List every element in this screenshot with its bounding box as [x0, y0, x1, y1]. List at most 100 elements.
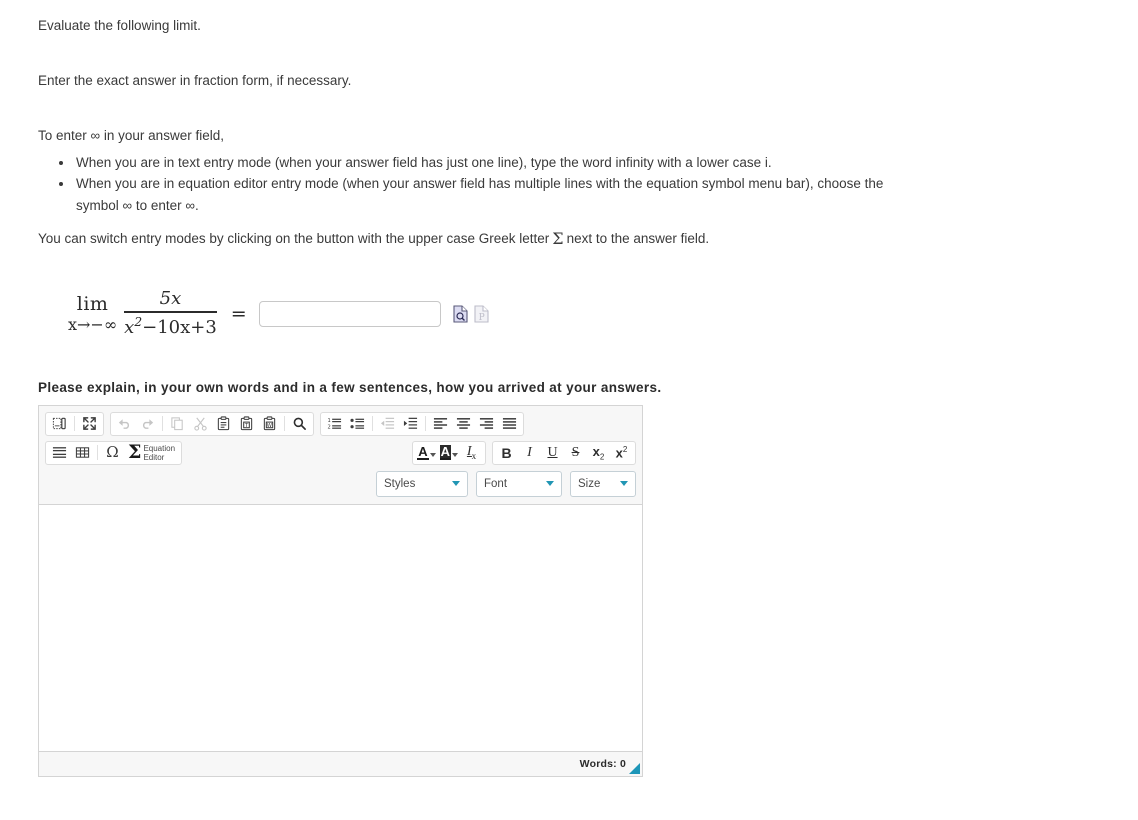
strikethrough-icon: S: [571, 444, 580, 460]
justify-button[interactable]: [498, 413, 521, 434]
superscript-icon: x2: [615, 444, 628, 461]
entry-mode-list: When you are in text entry mode (when yo…: [38, 152, 1138, 217]
toolbar-row-2: Ω Σ Equation Editor A A Ix B I U S x2 x2: [43, 437, 638, 466]
explain-heading: Please explain, in your own words and in…: [38, 379, 662, 395]
rich-text-editor: T W 12 Ω Σ Equation Editor A A Ix B I U …: [38, 404, 643, 777]
equation-editor-label: Equation Editor: [143, 444, 175, 462]
indent-button[interactable]: [399, 413, 422, 434]
chevron-down-icon: [452, 453, 458, 458]
paste-button[interactable]: [212, 413, 235, 434]
styles-dropdown-label: Styles: [384, 477, 416, 490]
infinity-intro-line: To enter ∞ in your answer field,: [38, 128, 224, 144]
subscript-icon: x2: [592, 443, 605, 462]
fraction-denominator: x2−10x+3: [124, 313, 217, 337]
underline-icon: U: [547, 444, 558, 460]
find-button[interactable]: [288, 413, 311, 434]
styles-dropdown[interactable]: Styles: [376, 470, 468, 497]
align-right-button[interactable]: [475, 413, 498, 434]
chevron-down-icon: [452, 481, 460, 487]
svg-text:2: 2: [327, 425, 330, 431]
toolbar-row-2-right: A A Ix B I U S x2 x2: [412, 440, 636, 465]
fraction-numerator: 5x: [159, 288, 182, 310]
bold-button[interactable]: B: [495, 442, 518, 463]
templates-button[interactable]: [48, 413, 71, 434]
resize-handle[interactable]: [629, 762, 640, 774]
chevron-down-icon: [429, 453, 436, 458]
table-button[interactable]: [71, 442, 94, 463]
svg-text:T: T: [244, 423, 249, 429]
numbered-list-button[interactable]: 12: [323, 413, 346, 434]
switch-mode-note-after: next to the answer field.: [566, 231, 710, 247]
instruction-line-1: Evaluate the following limit.: [38, 18, 201, 33]
switch-mode-note-before: You can switch entry modes by clicking o…: [38, 231, 550, 247]
align-center-button[interactable]: [452, 413, 475, 434]
undo-button[interactable]: [113, 413, 136, 434]
maximize-button[interactable]: [78, 413, 101, 434]
document-p-icon: P: [474, 305, 489, 323]
background-color-button[interactable]: A: [438, 445, 460, 461]
toolbar-row-3: Styles Font Size: [43, 466, 638, 498]
paste-from-word-button[interactable]: W: [258, 413, 281, 434]
omega-icon: Ω: [106, 443, 119, 462]
toolbar-group-insert: Ω Σ Equation Editor: [45, 440, 183, 465]
fraction: 5x x2−10x+3: [124, 290, 217, 336]
sigma-icon: Σ: [552, 229, 564, 249]
answer-input[interactable]: [258, 300, 441, 327]
align-left-button[interactable]: [429, 413, 452, 434]
special-character-button[interactable]: Ω: [101, 442, 124, 463]
font-dropdown-label: Font: [484, 477, 508, 490]
outdent-button[interactable]: [376, 413, 399, 434]
toolbar-separator: [284, 416, 285, 432]
horizontal-rule-button[interactable]: [48, 442, 71, 463]
superscript-button[interactable]: x2: [610, 442, 633, 463]
size-dropdown-label: Size: [578, 477, 601, 490]
size-dropdown[interactable]: Size: [570, 470, 636, 497]
assignment-page: Evaluate the following limit. Enter the …: [0, 0, 1138, 777]
italic-icon: I: [527, 444, 532, 460]
instruction-line-2: Enter the exact answer in fraction form,…: [38, 72, 352, 88]
equation-editor-label-line1: Equation: [143, 443, 176, 453]
remove-format-button[interactable]: Ix: [460, 442, 483, 463]
paste-as-text-button[interactable]: T: [235, 413, 258, 434]
svg-text:W: W: [267, 423, 273, 429]
toolbar-separator: [97, 445, 98, 461]
denominator-variable: x: [124, 316, 135, 338]
bulleted-list-button[interactable]: [346, 413, 369, 434]
limit-word: lim: [76, 292, 109, 315]
bold-icon: B: [501, 444, 512, 461]
copy-button[interactable]: [166, 413, 189, 434]
redo-button[interactable]: [136, 413, 159, 434]
toolbar-group-colors: A A Ix: [412, 440, 486, 465]
toolbar-separator: [425, 416, 426, 432]
chevron-down-icon: [620, 481, 628, 487]
editor-status-bar: Words: 0: [39, 751, 642, 776]
toolbar-group-clipboard: T W: [110, 411, 314, 436]
strike-button[interactable]: S: [564, 442, 587, 463]
text-color-swatch: A: [417, 444, 429, 461]
limit-operator: lim x→−∞: [68, 292, 118, 334]
italic-button[interactable]: I: [518, 442, 541, 463]
limit-subscript: x→−∞: [68, 314, 118, 334]
limit-answer-row: lim x→−∞ 5x x2−10x+3 = P: [68, 286, 1138, 342]
document-magnifier-icon[interactable]: [453, 305, 468, 323]
cut-button[interactable]: [189, 413, 212, 434]
equation-editor-button[interactable]: Σ Equation Editor: [124, 442, 179, 463]
denominator-rest: −10x+3: [142, 316, 217, 338]
editor-content-area[interactable]: [39, 504, 642, 752]
denominator-exponent: 2: [134, 314, 143, 329]
svg-text:P: P: [478, 313, 484, 323]
list-item: When you are in text entry mode (when yo…: [74, 152, 921, 174]
font-dropdown[interactable]: Font: [476, 470, 562, 497]
text-color-button[interactable]: A: [415, 444, 437, 461]
toolbar-group-basicstyles: B I U S x2 x2: [492, 440, 636, 465]
underline-button[interactable]: U: [541, 442, 564, 463]
equation-editor-label-line2: Editor: [143, 452, 165, 462]
toolbar-group-paragraph: 12: [320, 411, 524, 436]
equals-sign: =: [230, 302, 247, 325]
limit-expression: lim x→−∞ 5x x2−10x+3 =: [68, 290, 259, 336]
toolbar-row-1: T W 12: [43, 411, 638, 437]
subscript-button[interactable]: x2: [587, 442, 610, 463]
word-count: Words: 0: [579, 757, 626, 770]
toolbar-separator: [372, 416, 373, 432]
toolbar-separator: [74, 416, 75, 432]
